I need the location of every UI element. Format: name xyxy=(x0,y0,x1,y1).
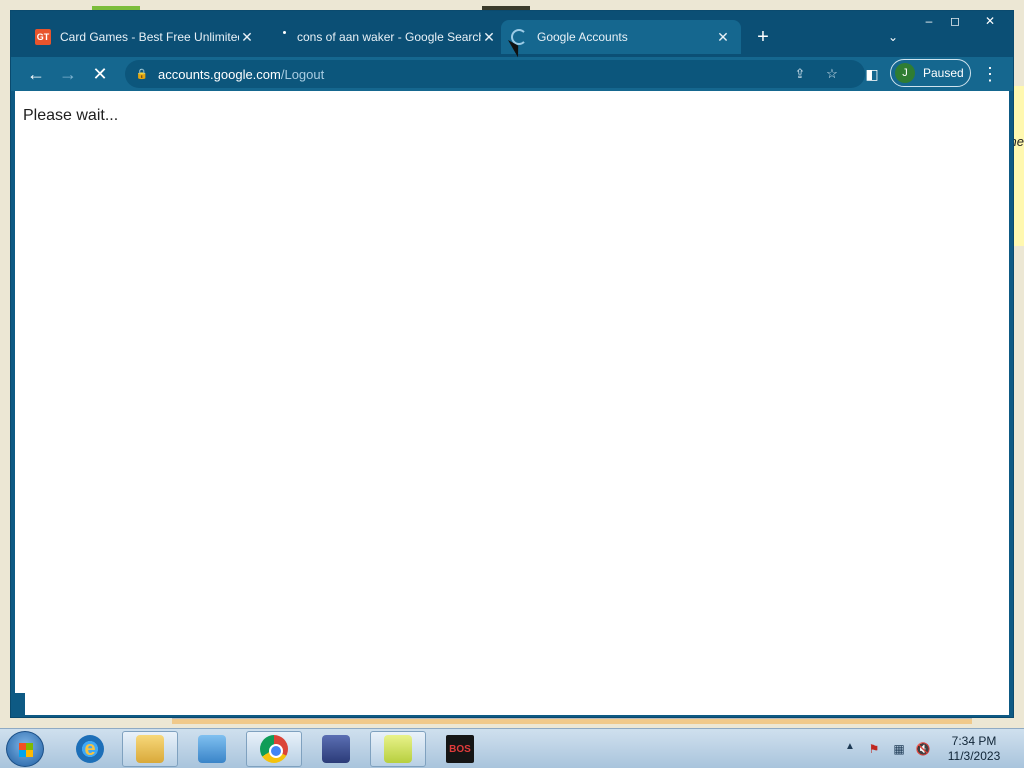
media-player-icon xyxy=(198,735,226,763)
network-icon[interactable]: ▦ xyxy=(891,741,907,757)
avatar: J xyxy=(895,63,915,83)
profile-button[interactable]: J Paused xyxy=(890,59,971,87)
taskbar-sticky-notes[interactable] xyxy=(370,731,426,767)
taskbar-media-player[interactable] xyxy=(184,731,240,767)
folder-icon xyxy=(136,735,164,763)
tab-search-chevron-icon[interactable]: ⌄ xyxy=(883,27,903,47)
volume-muted-icon[interactable]: 🔇 xyxy=(915,741,931,757)
new-tab-button[interactable]: + xyxy=(751,25,775,49)
system-clock[interactable]: 7:34 PM 11/3/2023 xyxy=(944,734,1004,764)
browser-window: GT Card Games - Best Free Unlimited ✕ co… xyxy=(10,10,1014,718)
lock-icon[interactable]: 🔒 xyxy=(135,67,149,81)
show-hidden-icons-icon[interactable]: ▲ xyxy=(845,741,855,752)
browser-toolbar: ← → ✕ 🔒 accounts.google.com/Logout ⇪ ☆ ◧… xyxy=(11,57,1013,91)
maximize-button[interactable]: ◻ xyxy=(941,11,969,31)
status-bubble xyxy=(15,693,25,715)
taskbar-file-explorer[interactable] xyxy=(122,731,178,767)
taskbar-bos-app[interactable]: BOS xyxy=(432,731,488,767)
gt-favicon-icon: GT xyxy=(35,29,51,45)
tab-google-search[interactable]: cons of aan waker - Google Search ✕ xyxy=(267,20,507,54)
menu-kebab-icon[interactable]: ⋮ xyxy=(977,61,1003,87)
close-tab-icon[interactable]: ✕ xyxy=(481,29,497,45)
tab-title: Card Games - Best Free Unlimited xyxy=(60,30,239,44)
chrome-icon xyxy=(260,735,288,763)
sticky-notes-icon xyxy=(384,735,412,763)
url-host: accounts.google.com xyxy=(158,66,281,82)
share-icon[interactable]: ⇪ xyxy=(791,65,809,83)
tab-card-games[interactable]: GT Card Games - Best Free Unlimited ✕ xyxy=(25,20,265,54)
taskbar-chrome[interactable] xyxy=(246,731,302,767)
desktop-strip xyxy=(172,718,972,724)
profile-status: Paused xyxy=(923,66,964,80)
url-path: /Logout xyxy=(280,66,325,82)
tab-title: Google Accounts xyxy=(537,30,628,44)
back-arrow-icon[interactable]: ← xyxy=(23,61,49,87)
clock-date: 11/3/2023 xyxy=(947,749,1001,763)
minimize-button[interactable]: – xyxy=(915,11,943,31)
address-bar[interactable]: 🔒 accounts.google.com/Logout ⇪ ☆ xyxy=(125,60,865,88)
close-tab-icon[interactable]: ✕ xyxy=(715,29,731,45)
side-panel-icon[interactable]: ◧ xyxy=(859,61,885,87)
forward-arrow-icon[interactable]: → xyxy=(55,61,81,87)
internet-explorer-icon: e xyxy=(76,735,104,763)
tab-title: cons of aan waker - Google Search xyxy=(297,30,481,44)
close-tab-icon[interactable]: ✕ xyxy=(239,29,255,45)
stop-loading-icon[interactable]: ✕ xyxy=(87,61,113,87)
bookmark-star-icon[interactable]: ☆ xyxy=(823,65,841,83)
bos-app-icon: BOS xyxy=(446,735,474,763)
taskbar-internet-explorer[interactable]: e xyxy=(62,731,118,767)
start-button[interactable] xyxy=(6,731,44,767)
cards-icon xyxy=(322,735,350,763)
action-center-flag-icon[interactable]: ⚑ xyxy=(866,741,882,757)
clock-time: 7:34 PM xyxy=(951,734,997,748)
tab-google-accounts[interactable]: Google Accounts ✕ xyxy=(501,20,741,54)
page-content: Please wait... xyxy=(15,91,1009,715)
loading-message: Please wait... xyxy=(23,107,119,124)
tab-strip: GT Card Games - Best Free Unlimited ✕ co… xyxy=(11,11,1013,57)
close-window-button[interactable]: ✕ xyxy=(973,11,1007,31)
google-favicon-icon xyxy=(277,29,293,45)
taskbar-card-game[interactable] xyxy=(308,731,364,767)
taskbar: e BOS ▲ ⚑ ▦ 🔇 7:34 PM 11/3/2023 xyxy=(0,728,1024,768)
